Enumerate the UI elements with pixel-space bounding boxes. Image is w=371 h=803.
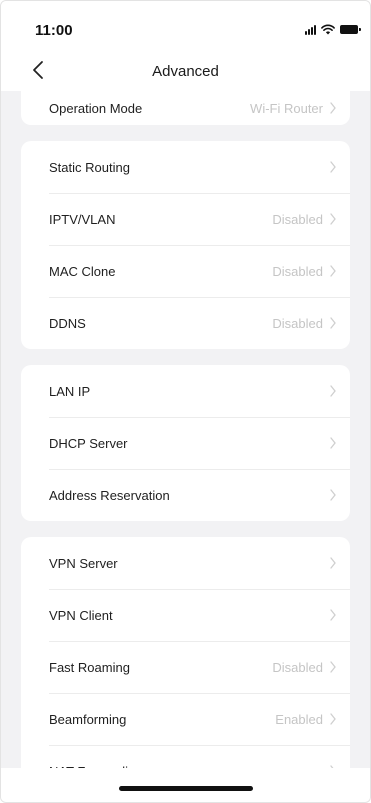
row-label: Address Reservation [49,487,170,503]
row-label: LAN IP [49,383,91,399]
settings-list: Operation Mode Wi-Fi Router Static Routi… [1,91,370,802]
cellular-signal-icon [305,24,316,35]
chevron-right-icon [330,213,336,225]
phone-screen: 11:00 Advanced Operation Mode Wi-Fi Rout… [0,0,371,803]
status-time: 11:00 [35,22,73,39]
chevron-right-icon [330,609,336,621]
row-label: Fast Roaming [49,659,130,675]
settings-section-vpn-wireless: VPN Server VPN Client Fast Roaming Disab… [21,537,350,797]
static-routing-row[interactable]: Static Routing [21,141,350,193]
wifi-icon [321,24,335,35]
settings-section-lan: LAN IP DHCP Server Address Reservation [21,365,350,521]
row-value: Disabled [272,315,323,331]
row-value: Enabled [275,711,323,727]
row-label: DDNS [49,315,86,331]
chevron-right-icon [330,713,336,725]
row-label: Static Routing [49,159,130,175]
row-label: IPTV/VLAN [49,211,116,227]
row-label: MAC Clone [49,263,116,279]
chevron-right-icon [330,102,336,114]
row-label: VPN Server [49,555,118,571]
ddns-row[interactable]: DDNS Disabled [21,297,350,349]
lan-ip-row[interactable]: LAN IP [21,365,350,417]
row-label: Operation Mode [49,100,143,116]
address-reservation-row[interactable]: Address Reservation [21,469,350,521]
iptv-vlan-row[interactable]: IPTV/VLAN Disabled [21,193,350,245]
row-label: Beamforming [49,711,127,727]
chevron-right-icon [330,385,336,397]
vpn-client-row[interactable]: VPN Client [21,589,350,641]
mac-clone-row[interactable]: MAC Clone Disabled [21,245,350,297]
chevron-right-icon [330,161,336,173]
row-value: Disabled [272,659,323,675]
chevron-right-icon [330,265,336,277]
beamforming-row[interactable]: Beamforming Enabled [21,693,350,745]
home-indicator[interactable] [118,786,253,791]
row-value: Wi-Fi Router [250,100,323,116]
chevron-right-icon [330,661,336,673]
row-label: VPN Client [49,607,113,623]
row-label: DHCP Server [49,435,128,451]
status-icons [305,24,361,35]
chevron-right-icon [330,317,336,329]
operation-mode-row[interactable]: Operation Mode Wi-Fi Router [21,91,350,125]
vpn-server-row[interactable]: VPN Server [21,537,350,589]
navigation-bar: Advanced [1,51,370,91]
status-bar: 11:00 [1,1,370,51]
dhcp-server-row[interactable]: DHCP Server [21,417,350,469]
chevron-right-icon [330,489,336,501]
row-value: Disabled [272,263,323,279]
fast-roaming-row[interactable]: Fast Roaming Disabled [21,641,350,693]
row-value: Disabled [272,211,323,227]
chevron-right-icon [330,557,336,569]
battery-icon [340,25,361,34]
settings-section-mode: Operation Mode Wi-Fi Router [21,91,350,125]
settings-section-network: Static Routing IPTV/VLAN Disabled MAC Cl… [21,141,350,349]
home-indicator-area [1,768,370,802]
chevron-right-icon [330,437,336,449]
page-title: Advanced [152,63,219,80]
